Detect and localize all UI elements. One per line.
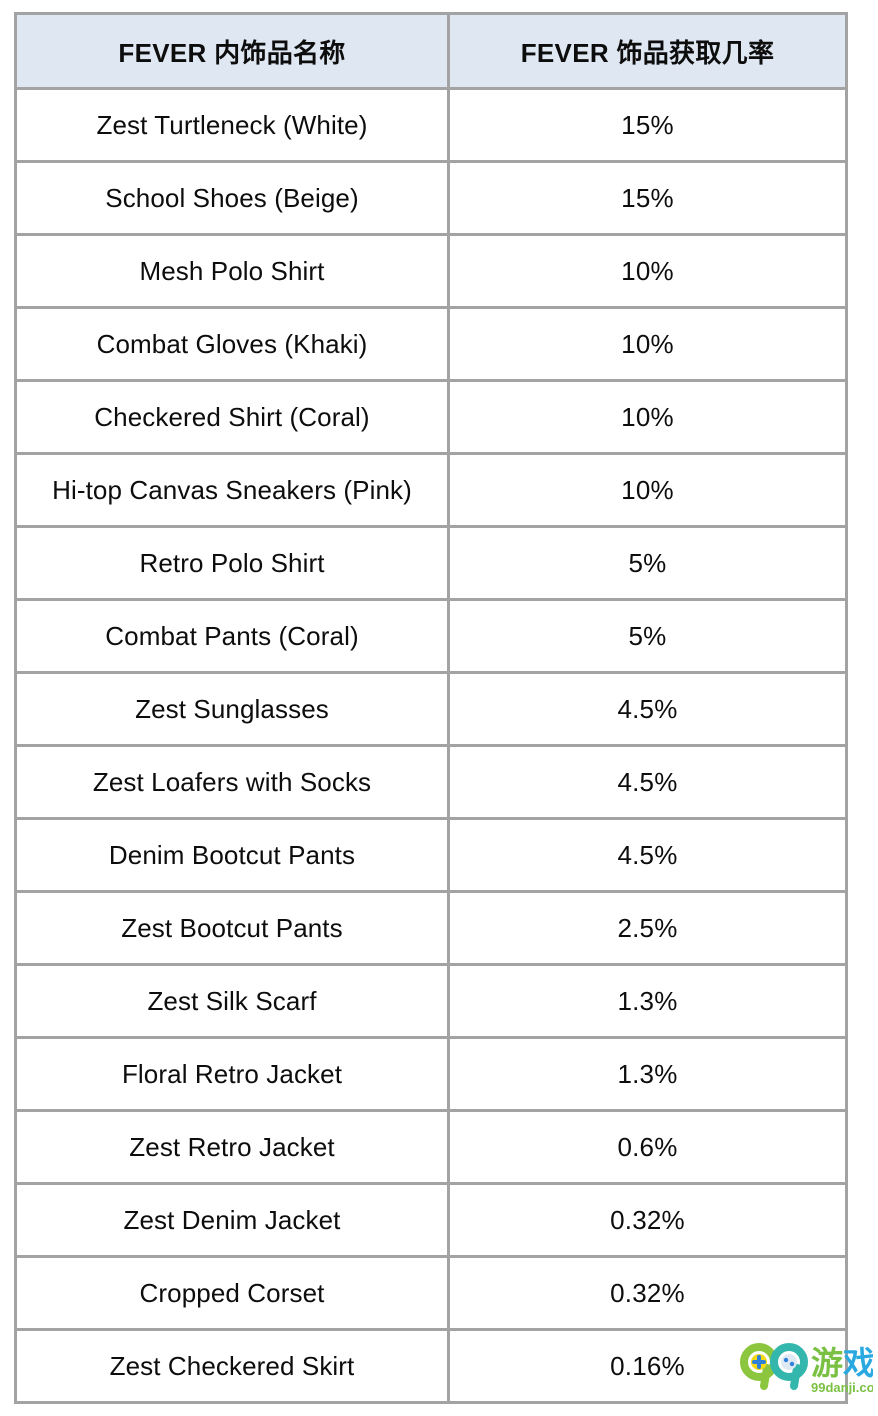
- table-body: Zest Turtleneck (White) 15% School Shoes (…: [14, 87, 848, 1404]
- table-row: Denim Bootcut Pants 4.5%: [14, 817, 848, 893]
- cell-drop-rate: 10%: [447, 452, 848, 528]
- cell-drop-rate: 0.32%: [447, 1182, 848, 1258]
- cell-drop-rate: 0.16%: [447, 1328, 848, 1404]
- cell-item-name: Denim Bootcut Pants: [14, 817, 450, 893]
- cell-item-name: Zest Sunglasses: [14, 671, 450, 747]
- cell-item-name: Zest Retro Jacket: [14, 1109, 450, 1185]
- drop-rate-table-page: FEVER 内饰品名称 FEVER 饰品获取几率 Zest Turtleneck…: [0, 0, 878, 1416]
- table-row: Cropped Corset 0.32%: [14, 1255, 848, 1331]
- cell-drop-rate: 10%: [447, 306, 848, 382]
- table-row: Zest Sunglasses 4.5%: [14, 671, 848, 747]
- cell-drop-rate: 2.5%: [447, 890, 848, 966]
- fever-drop-rate-table: FEVER 内饰品名称 FEVER 饰品获取几率 Zest Turtleneck…: [14, 12, 848, 1404]
- table-row: Checkered Shirt (Coral) 10%: [14, 379, 848, 455]
- cell-item-name: Floral Retro Jacket: [14, 1036, 450, 1112]
- cell-drop-rate: 1.3%: [447, 963, 848, 1039]
- table-row: Combat Pants (Coral) 5%: [14, 598, 848, 674]
- cell-drop-rate: 15%: [447, 160, 848, 236]
- cell-drop-rate: 4.5%: [447, 671, 848, 747]
- cell-drop-rate: 10%: [447, 379, 848, 455]
- cell-drop-rate: 5%: [447, 598, 848, 674]
- cell-drop-rate: 15%: [447, 87, 848, 163]
- table-row: Hi-top Canvas Sneakers (Pink) 10%: [14, 452, 848, 528]
- cell-drop-rate: 0.32%: [447, 1255, 848, 1331]
- cell-item-name: Retro Polo Shirt: [14, 525, 450, 601]
- column-header-item-name: FEVER 内饰品名称: [14, 12, 450, 90]
- table-row: Zest Loafers with Socks 4.5%: [14, 744, 848, 820]
- table-row: Zest Silk Scarf 1.3%: [14, 963, 848, 1039]
- cell-item-name: Combat Gloves (Khaki): [14, 306, 450, 382]
- cell-item-name: School Shoes (Beige): [14, 160, 450, 236]
- cell-drop-rate: 10%: [447, 233, 848, 309]
- column-header-drop-rate: FEVER 饰品获取几率: [447, 12, 848, 90]
- cell-item-name: Zest Turtleneck (White): [14, 87, 450, 163]
- cell-item-name: Mesh Polo Shirt: [14, 233, 450, 309]
- cell-drop-rate: 5%: [447, 525, 848, 601]
- cell-item-name: Zest Loafers with Socks: [14, 744, 450, 820]
- cell-item-name: Zest Denim Jacket: [14, 1182, 450, 1258]
- table-row: Floral Retro Jacket 1.3%: [14, 1036, 848, 1112]
- cell-item-name: Combat Pants (Coral): [14, 598, 450, 674]
- table-row: Zest Bootcut Pants 2.5%: [14, 890, 848, 966]
- table-row: Combat Gloves (Khaki) 10%: [14, 306, 848, 382]
- table-row: Zest Denim Jacket 0.32%: [14, 1182, 848, 1258]
- table-row: Zest Retro Jacket 0.6%: [14, 1109, 848, 1185]
- cell-item-name: Zest Silk Scarf: [14, 963, 450, 1039]
- cell-item-name: Hi-top Canvas Sneakers (Pink): [14, 452, 450, 528]
- table-header: FEVER 内饰品名称 FEVER 饰品获取几率: [14, 12, 848, 90]
- cell-item-name: Checkered Shirt (Coral): [14, 379, 450, 455]
- table-row: Zest Checkered Skirt 0.16%: [14, 1328, 848, 1404]
- table-header-row: FEVER 内饰品名称 FEVER 饰品获取几率: [14, 12, 848, 90]
- cell-drop-rate: 0.6%: [447, 1109, 848, 1185]
- cell-drop-rate: 1.3%: [447, 1036, 848, 1112]
- table-row: Zest Turtleneck (White) 15%: [14, 87, 848, 163]
- cell-item-name: Zest Bootcut Pants: [14, 890, 450, 966]
- table-row: Mesh Polo Shirt 10%: [14, 233, 848, 309]
- table-row: Retro Polo Shirt 5%: [14, 525, 848, 601]
- cell-item-name: Zest Checkered Skirt: [14, 1328, 450, 1404]
- cell-drop-rate: 4.5%: [447, 817, 848, 893]
- cell-drop-rate: 4.5%: [447, 744, 848, 820]
- table-row: School Shoes (Beige) 15%: [14, 160, 848, 236]
- cell-item-name: Cropped Corset: [14, 1255, 450, 1331]
